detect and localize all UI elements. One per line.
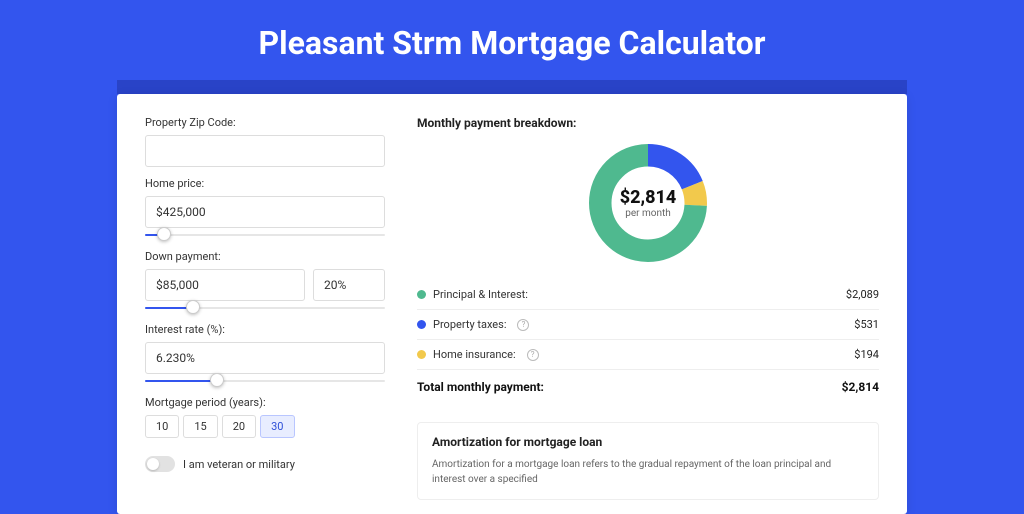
period-btn-30[interactable]: 30 [260, 415, 294, 438]
calculator-card: Property Zip Code: Home price: Down paym… [117, 94, 907, 514]
legend-dot [417, 290, 426, 299]
zip-label: Property Zip Code: [145, 116, 385, 129]
veteran-toggle[interactable] [145, 456, 175, 472]
card-shadow [117, 80, 907, 94]
total-value: $2,814 [842, 380, 879, 394]
info-icon[interactable]: ? [527, 349, 539, 361]
donut-amount: $2,814 [620, 187, 677, 208]
interest-rate-input[interactable] [145, 342, 385, 374]
period-btn-15[interactable]: 15 [183, 415, 217, 438]
down-payment-input[interactable] [145, 269, 305, 301]
down-payment-pct-input[interactable] [313, 269, 385, 301]
total-label: Total monthly payment: [417, 380, 544, 394]
legend-dot [417, 320, 426, 329]
breakdown-column: Monthly payment breakdown: $2,814 per mo… [417, 116, 879, 492]
period-buttons: 10152030 [145, 415, 385, 438]
interest-rate-slider[interactable] [145, 376, 385, 386]
breakdown-title: Monthly payment breakdown: [417, 116, 879, 130]
legend-label: Principal & Interest: [433, 288, 528, 301]
breakdown-legend: Principal & Interest: $2,089 Property taxe… [417, 280, 879, 369]
donut-sub: per month [625, 208, 671, 219]
legend-row: Home insurance:? $194 [417, 339, 879, 369]
down-payment-label: Down payment: [145, 250, 385, 263]
home-price-input[interactable] [145, 196, 385, 228]
legend-label: Home insurance: [433, 348, 516, 361]
home-price-label: Home price: [145, 177, 385, 190]
interest-rate-label: Interest rate (%): [145, 323, 385, 336]
period-label: Mortgage period (years): [145, 396, 385, 409]
legend-value: $2,089 [846, 288, 879, 301]
legend-row: Property taxes:? $531 [417, 309, 879, 339]
legend-label: Property taxes: [433, 318, 506, 331]
amortization-title: Amortization for mortgage loan [432, 435, 864, 449]
amortization-box: Amortization for mortgage loan Amortizat… [417, 422, 879, 500]
down-payment-slider[interactable] [145, 303, 385, 313]
legend-dot [417, 350, 426, 359]
zip-input[interactable] [145, 135, 385, 167]
page-title: Pleasant Strm Mortgage Calculator [0, 0, 1024, 80]
info-icon[interactable]: ? [517, 319, 529, 331]
legend-value: $194 [854, 348, 879, 361]
legend-value: $531 [854, 318, 879, 331]
home-price-slider[interactable] [145, 230, 385, 240]
period-btn-20[interactable]: 20 [222, 415, 256, 438]
legend-row: Principal & Interest: $2,089 [417, 280, 879, 309]
form-column: Property Zip Code: Home price: Down paym… [145, 116, 385, 492]
period-btn-10[interactable]: 10 [145, 415, 179, 438]
amortization-text: Amortization for a mortgage loan refers … [432, 457, 864, 487]
payment-donut-chart: $2,814 per month [585, 140, 711, 266]
veteran-label: I am veteran or military [183, 458, 295, 471]
